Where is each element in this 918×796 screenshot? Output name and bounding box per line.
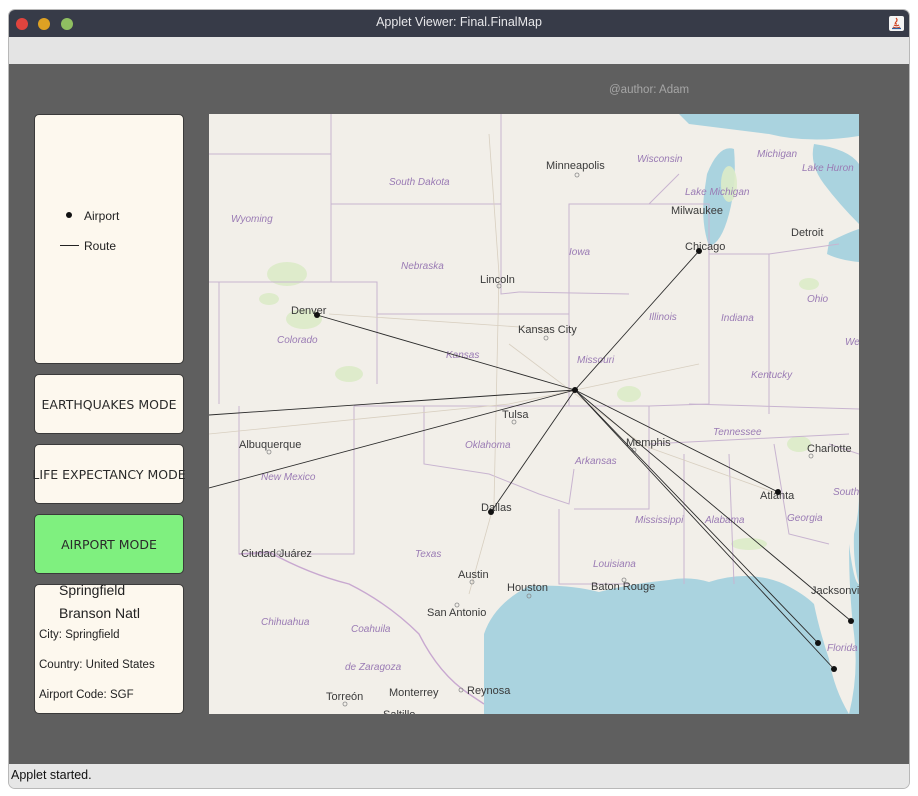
- java-icon: [889, 16, 904, 31]
- forest-patches: [259, 166, 819, 550]
- svg-text:New Mexico: New Mexico: [261, 472, 316, 483]
- airport-name-heading: Branson Natl: [59, 605, 140, 621]
- svg-text:Arkansas: Arkansas: [574, 456, 617, 467]
- svg-text:Minneapolis: Minneapolis: [546, 160, 605, 172]
- svg-text:Missouri: Missouri: [577, 355, 615, 366]
- airport-code: Airport Code: SGF: [39, 689, 134, 701]
- svg-text:Reynosa: Reynosa: [467, 685, 511, 697]
- map-view[interactable]: South Dakota Wisconsin Michigan Lake Hur…: [209, 114, 859, 714]
- airport-marker-tampa: [815, 640, 821, 646]
- svg-text:Louisiana: Louisiana: [593, 559, 636, 570]
- airport-city: City: Springfield: [39, 629, 120, 641]
- svg-text:Torreón: Torreón: [326, 691, 363, 703]
- svg-text:Jacksonvi: Jacksonvi: [811, 585, 859, 597]
- svg-text:We: We: [845, 337, 859, 348]
- svg-text:Indiana: Indiana: [721, 313, 754, 324]
- airport-marker-chicago: [696, 248, 702, 254]
- lake-huron: [812, 144, 859, 224]
- state-borders: [209, 114, 859, 585]
- airport-marker-icon: [66, 212, 72, 218]
- svg-text:Albuquerque: Albuquerque: [239, 439, 301, 451]
- svg-text:Mississippi: Mississippi: [635, 515, 684, 526]
- legend-airport-label: Airport: [84, 209, 120, 223]
- svg-text:Austin: Austin: [458, 569, 489, 581]
- airport-marker-atlanta: [775, 489, 781, 495]
- svg-text:Kentucky: Kentucky: [751, 370, 793, 381]
- window-title: Applet Viewer: Final.FinalMap: [376, 15, 542, 29]
- svg-text:de Zaragoza: de Zaragoza: [345, 662, 402, 673]
- route-line-icon: [60, 245, 79, 246]
- svg-text:Texas: Texas: [415, 549, 441, 560]
- svg-text:South Dakota: South Dakota: [389, 177, 450, 188]
- applet-window: Applet Viewer: Final.FinalMap @author: A…: [9, 10, 909, 788]
- svg-text:Nebraska: Nebraska: [401, 261, 444, 272]
- svg-text:Charlotte: Charlotte: [807, 443, 852, 455]
- life-expectancy-mode-button[interactable]: LIFE EXPECTANCY MODE: [32, 444, 186, 504]
- svg-text:Colorado: Colorado: [277, 335, 318, 346]
- gulf-of-mexico: [484, 575, 849, 714]
- svg-text:Michigan: Michigan: [757, 149, 797, 160]
- airport-marker-denver: [314, 312, 320, 318]
- airport-country: Country: United States: [39, 659, 155, 671]
- svg-text:Milwaukee: Milwaukee: [671, 205, 723, 217]
- svg-text:Coahuila: Coahuila: [351, 624, 391, 635]
- svg-text:Kansas: Kansas: [446, 350, 479, 361]
- airport-info-panel: Springfield Branson Natl City: Springfie…: [34, 582, 184, 714]
- status-bar: Applet started.: [9, 764, 909, 788]
- svg-text:Illinois: Illinois: [649, 312, 677, 323]
- svg-text:Tennessee: Tennessee: [713, 427, 762, 438]
- legend-route-label: Route: [84, 239, 117, 253]
- svg-text:Lake Michigan: Lake Michigan: [685, 187, 750, 198]
- svg-text:Saltillo: Saltillo: [383, 709, 415, 714]
- map-svg: South Dakota Wisconsin Michigan Lake Hur…: [209, 114, 859, 714]
- svg-text:Monterrey: Monterrey: [389, 687, 439, 699]
- applet-canvas: @author: Adam Airport Route EARTHQUAKES …: [9, 64, 909, 764]
- svg-text:Baton Rouge: Baton Rouge: [591, 581, 655, 593]
- status-text: Applet started.: [11, 768, 92, 782]
- menu-bar: [9, 37, 909, 64]
- atlantic-north: [853, 494, 859, 584]
- svg-text:Detroit: Detroit: [791, 227, 823, 239]
- svg-text:Chihuahua: Chihuahua: [261, 617, 310, 628]
- legend-panel: Airport Route: [34, 114, 184, 364]
- svg-text:Georgia: Georgia: [787, 513, 823, 524]
- svg-text:Oklahoma: Oklahoma: [465, 440, 511, 451]
- svg-text:Iowa: Iowa: [569, 247, 591, 258]
- svg-text:Denver: Denver: [291, 305, 327, 317]
- svg-text:Ohio: Ohio: [807, 294, 829, 305]
- airport-marker-dallas: [488, 509, 494, 515]
- svg-text:Ciudad Juárez: Ciudad Juárez: [241, 548, 312, 560]
- earthquakes-mode-button[interactable]: EARTHQUAKES MODE: [34, 374, 184, 434]
- svg-text:Wisconsin: Wisconsin: [637, 154, 683, 165]
- title-bar: Applet Viewer: Final.FinalMap: [9, 10, 909, 37]
- svg-text:Kansas City: Kansas City: [518, 324, 577, 336]
- svg-text:South: South: [833, 487, 859, 498]
- svg-text:Alabama: Alabama: [704, 515, 745, 526]
- svg-text:Tulsa: Tulsa: [502, 409, 529, 421]
- svg-text:Lake Huron: Lake Huron: [802, 163, 854, 174]
- roads: [209, 133, 780, 595]
- author-label: @author: Adam: [609, 84, 690, 96]
- airport-marker-jacksonville: [848, 618, 854, 624]
- svg-text:San Antonio: San Antonio: [427, 607, 486, 619]
- airport-city-heading: Springfield: [59, 582, 126, 598]
- lake-superior: [679, 114, 859, 140]
- svg-text:Houston: Houston: [507, 582, 548, 594]
- svg-text:Chicago: Chicago: [685, 241, 725, 253]
- airport-marker-fort-myers: [831, 666, 837, 672]
- airport-marker-springfield: [572, 387, 578, 393]
- airport-mode-button[interactable]: AIRPORT MODE: [34, 514, 184, 574]
- svg-text:Florida: Florida: [827, 643, 858, 654]
- svg-text:Wyoming: Wyoming: [231, 214, 273, 225]
